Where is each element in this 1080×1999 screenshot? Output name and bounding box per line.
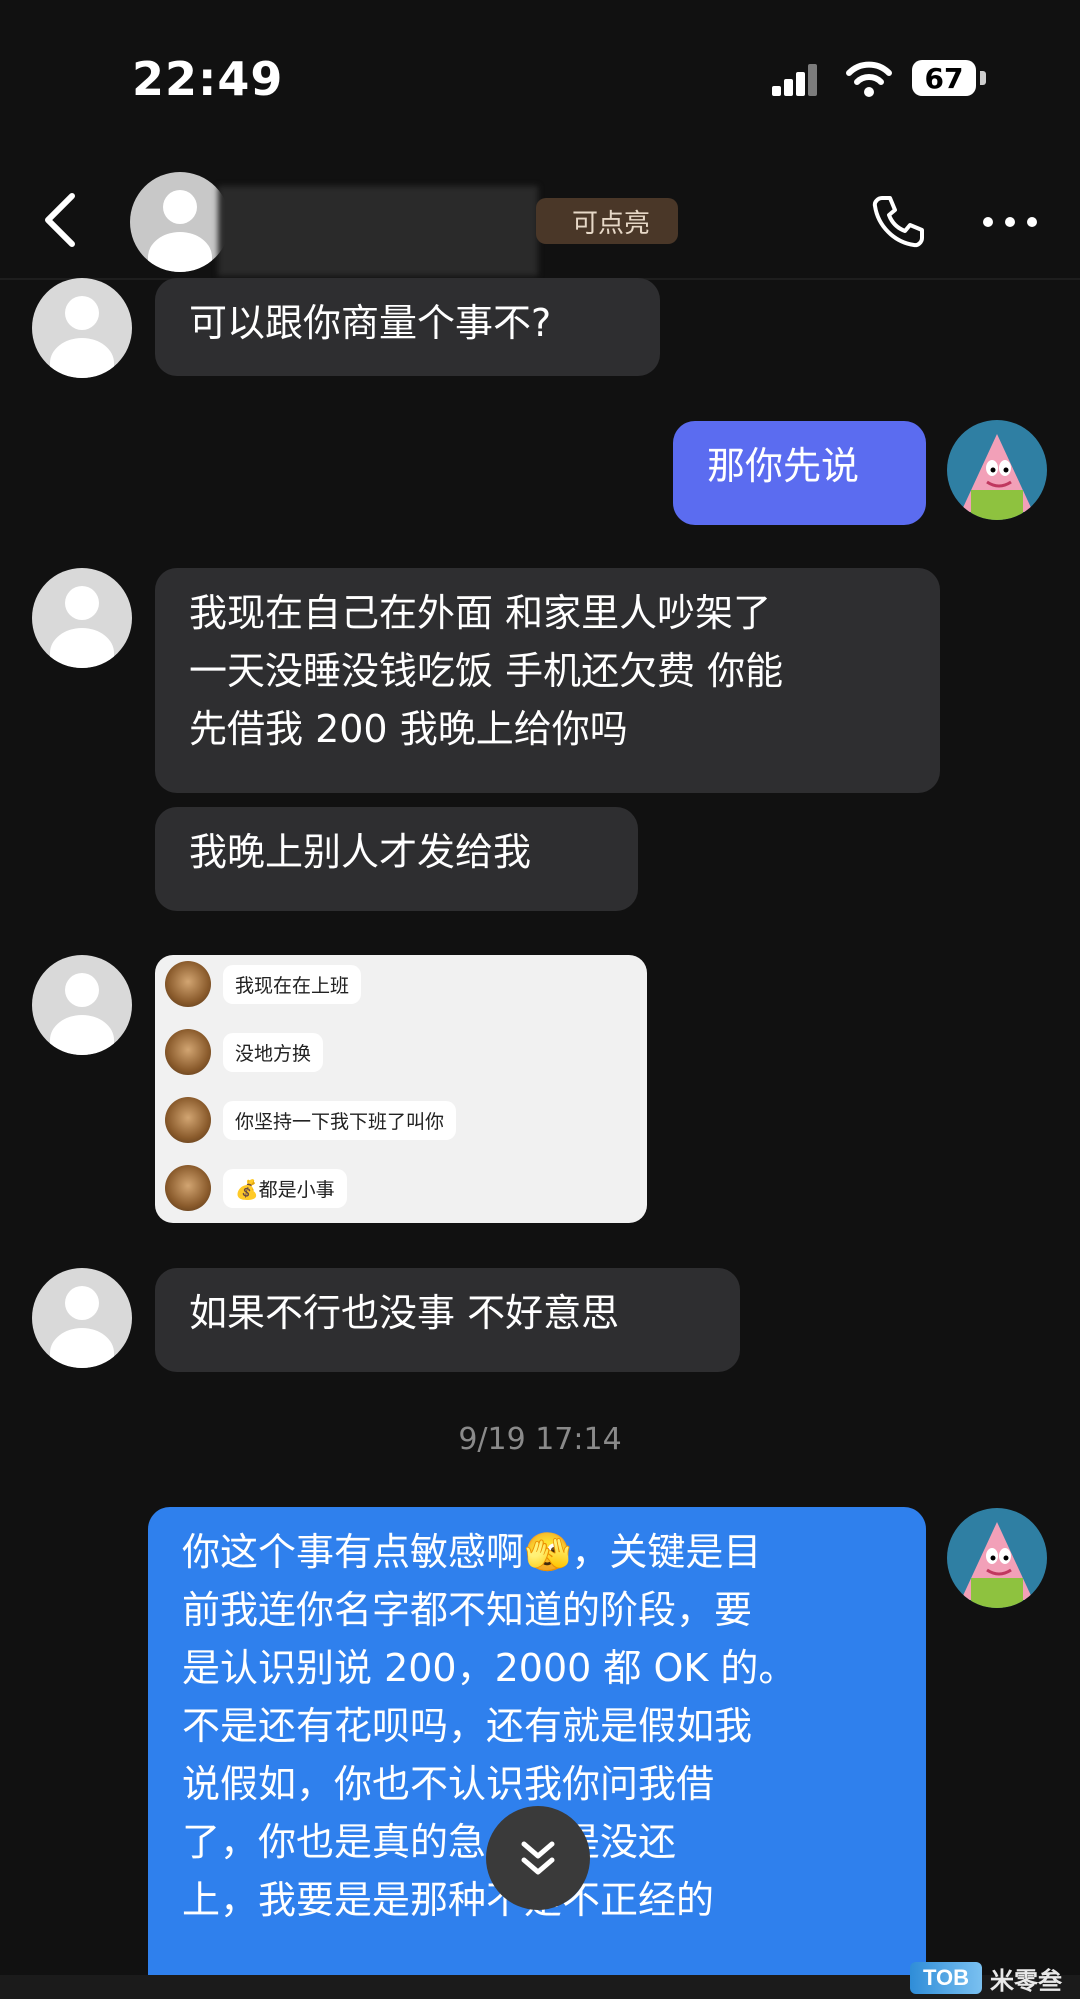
wifi-icon xyxy=(846,61,892,97)
watermark: TOB 米零叁 xyxy=(910,1960,1062,1996)
message-text: 不是还有花呗吗，还有就是假如我 xyxy=(182,1704,753,1748)
contact-avatar[interactable] xyxy=(130,172,230,272)
message-text: 如果不行也没事 不好意思 xyxy=(189,1291,620,1335)
battery-nub xyxy=(980,71,986,85)
embedded-avatar xyxy=(165,961,211,1007)
phone-icon[interactable] xyxy=(868,192,928,252)
message-bubble-in[interactable]: 如果不行也没事 不好意思 xyxy=(155,1268,740,1372)
embedded-chat-row: 💰都是小事 xyxy=(165,1165,347,1211)
message-text: 你这个事有点敏感啊🫣，关键是目 xyxy=(182,1530,762,1574)
message-text: 那你先说 xyxy=(707,444,860,488)
more-icon[interactable] xyxy=(982,212,1038,232)
message-text: 我晚上别人才发给我 xyxy=(189,830,532,874)
status-time: 22:49 xyxy=(132,52,284,106)
message-text: 先借我 200 我晚上给你吗 xyxy=(189,707,628,751)
message-text: 前我连你名字都不知道的阶段，要 xyxy=(182,1588,753,1632)
contact-avatar-msg[interactable] xyxy=(32,278,132,378)
embedded-avatar xyxy=(165,1165,211,1211)
embedded-chat-text: 💰都是小事 xyxy=(223,1168,347,1208)
message-text: 一天没睡没钱吃饭 手机还欠费 你能 xyxy=(189,649,784,693)
cartoon-avatar-icon xyxy=(961,434,1033,520)
embedded-chat-row: 我现在在上班 xyxy=(165,961,362,1007)
embedded-chat-row: 没地方换 xyxy=(165,1029,324,1075)
battery-indicator: 67 xyxy=(912,60,976,96)
watermark-text: 米零叁 xyxy=(990,1966,1062,1995)
embedded-chat-text: 你坚持一下我下班了叫你 xyxy=(223,1100,457,1140)
embedded-chat-text: 我现在在上班 xyxy=(223,964,362,1004)
signal-icon xyxy=(772,64,818,96)
message-bubble-out[interactable]: 那你先说 xyxy=(673,421,926,525)
message-text: 说假如，你也不认识我你问我借 xyxy=(182,1762,715,1806)
cartoon-avatar-icon xyxy=(961,1522,1033,1608)
embedded-avatar xyxy=(165,1097,211,1143)
chevron-double-down-icon xyxy=(521,1841,555,1875)
contact-name-redacted xyxy=(218,186,538,276)
embedded-chat-row: 你坚持一下我下班了叫你 xyxy=(165,1097,457,1143)
watermark-logo: TOB xyxy=(910,1962,982,1994)
message-text: 是认识别说 200，2000 都 OK 的。 xyxy=(182,1646,797,1690)
message-text: 可以跟你商量个事不? xyxy=(189,301,552,345)
back-icon[interactable] xyxy=(40,190,80,250)
embedded-chat-text: 没地方换 xyxy=(223,1032,324,1072)
timestamp: 9/19 17:14 xyxy=(458,1422,622,1457)
message-bubble-in[interactable]: 我晚上别人才发给我 xyxy=(155,807,638,911)
contact-avatar-msg[interactable] xyxy=(32,1268,132,1368)
scroll-to-bottom-button[interactable] xyxy=(486,1806,590,1910)
contact-avatar-msg[interactable] xyxy=(32,955,132,1055)
embedded-avatar xyxy=(165,1029,211,1075)
message-bubble-in[interactable]: 我现在自己在外面 和家里人吵架了 一天没睡没钱吃饭 手机还欠费 你能 先借我 2… xyxy=(155,568,940,793)
message-text: 我现在自己在外面 和家里人吵架了 xyxy=(189,591,772,635)
my-avatar[interactable] xyxy=(947,1508,1047,1608)
my-avatar[interactable] xyxy=(947,420,1047,520)
status-badge[interactable]: 可点亮 xyxy=(536,198,679,244)
message-bubble-in[interactable]: 可以跟你商量个事不? xyxy=(155,278,660,376)
image-message[interactable]: 我现在在上班 没地方换 你坚持一下我下班了叫你 💰都是小事 xyxy=(155,955,647,1223)
contact-avatar-msg[interactable] xyxy=(32,568,132,668)
